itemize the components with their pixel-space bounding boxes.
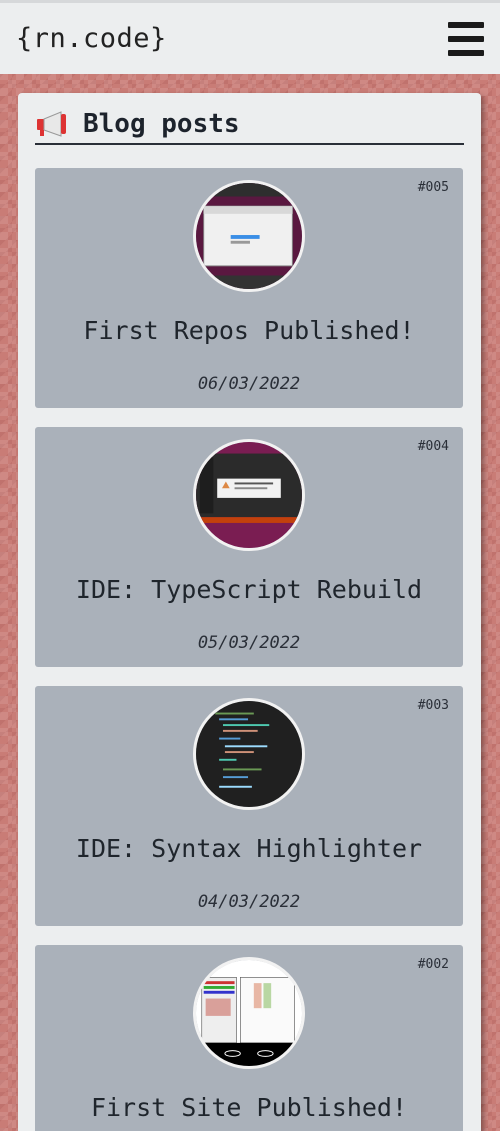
post-number: #005 [417,180,449,195]
blog-panel: Blog posts #005 First Repos Published! 0… [18,93,481,1131]
blog-post-card[interactable]: #002 First Site Published! [35,945,463,1131]
post-date: 05/03/2022 [197,633,301,653]
blog-post-card[interactable]: #005 First Repos Published! 06/03/2022 [35,168,463,408]
section-title: Blog posts [83,109,240,139]
section-header: Blog posts [35,107,464,145]
post-number: #003 [417,698,449,713]
post-date: 06/03/2022 [197,374,301,394]
post-title[interactable]: IDE: Syntax Highlighter [35,834,463,863]
megaphone-icon [35,110,71,138]
post-title[interactable]: First Repos Published! [35,316,463,345]
post-title[interactable]: IDE: TypeScript Rebuild [35,575,463,604]
top-navbar: {rn.code} [0,0,500,74]
post-number: #004 [417,439,449,454]
hamburger-menu-icon[interactable] [448,21,484,56]
post-thumbnail[interactable] [193,439,305,551]
site-brand[interactable]: {rn.code} [16,23,167,54]
post-thumbnail[interactable] [193,698,305,810]
post-number: #002 [417,957,449,972]
blog-post-card[interactable]: #003 IDE: Syntax Highlighter 04/03/2022 [35,686,463,926]
post-thumbnail[interactable] [193,957,305,1069]
post-thumbnail[interactable] [193,180,305,292]
post-date: 04/03/2022 [197,892,301,912]
post-title[interactable]: First Site Published! [35,1093,463,1122]
blog-post-card[interactable]: #004 IDE: TypeScript Rebuild 05/03/2022 [35,427,463,667]
